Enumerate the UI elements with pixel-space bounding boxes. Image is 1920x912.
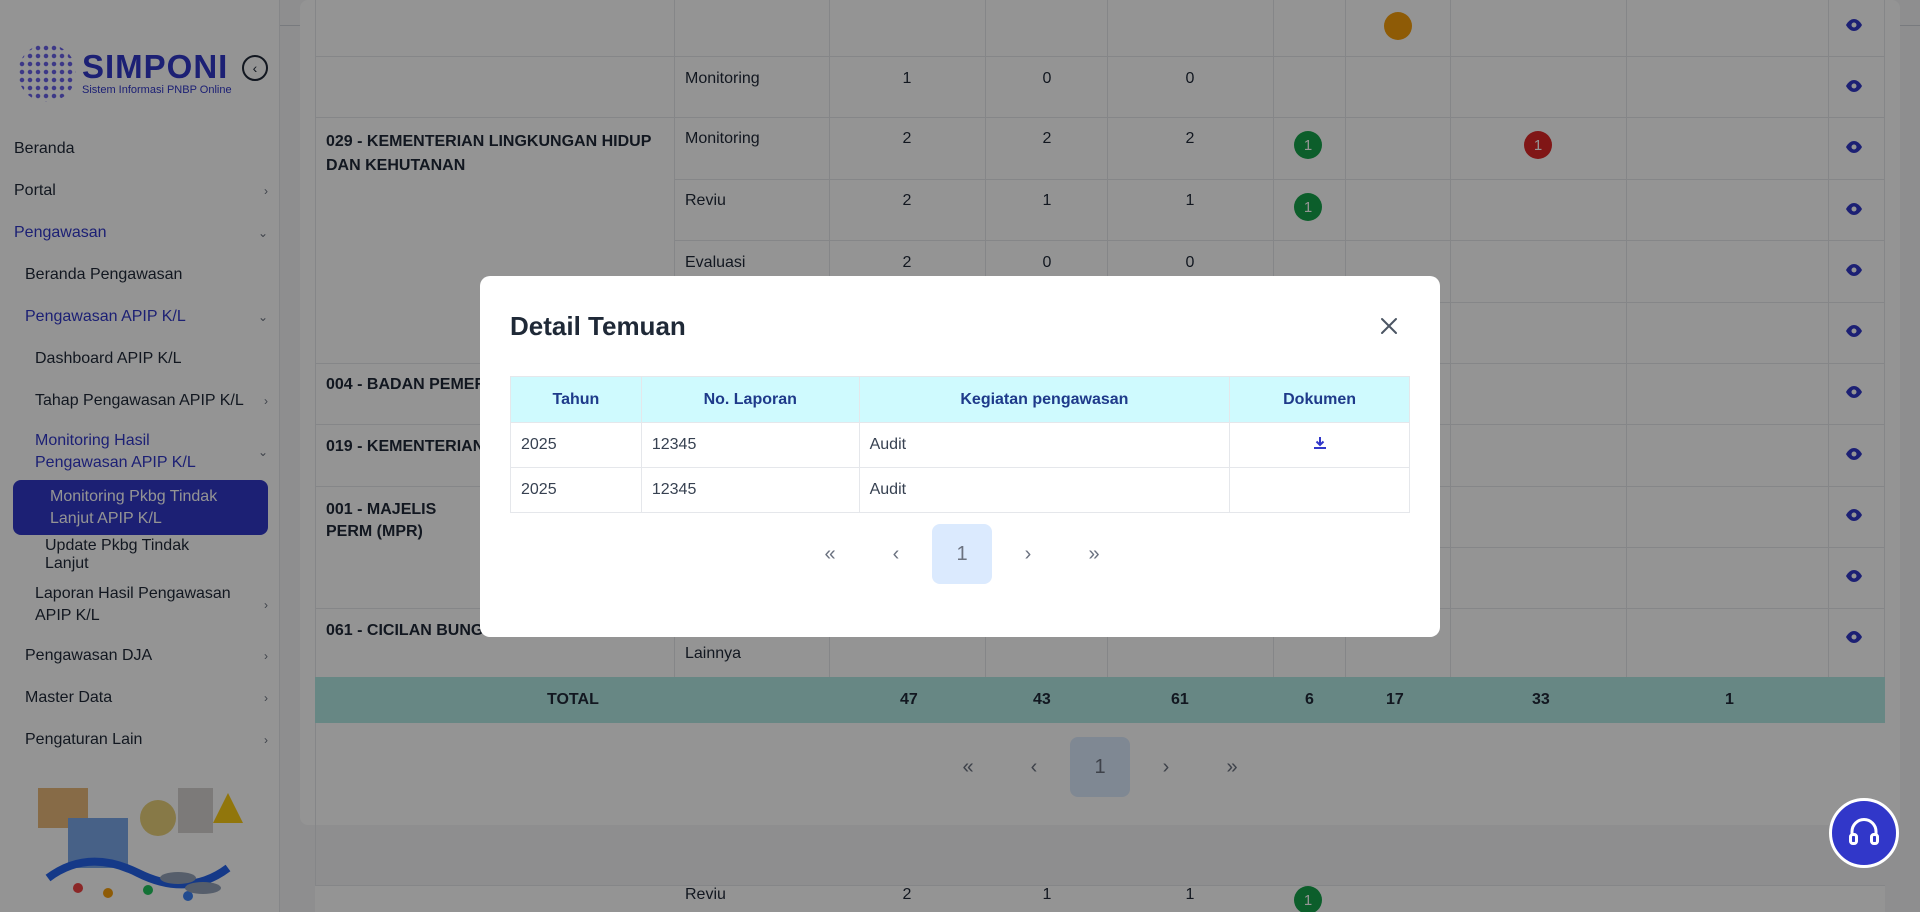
close-icon[interactable] <box>1377 314 1401 338</box>
dokumen-cell <box>1229 467 1410 513</box>
current-page-button[interactable]: 1 <box>932 524 992 584</box>
column-header-no-laporan: No. Laporan <box>640 376 860 423</box>
column-header-tahun: Tahun <box>510 376 642 423</box>
no-laporan-cell: 12345 <box>640 467 860 513</box>
detail-temuan-modal: Detail Temuan Tahun No. Laporan Kegiatan… <box>480 276 1440 637</box>
kegiatan-cell: Audit <box>858 467 1231 513</box>
modal-title: Detail Temuan <box>510 311 686 341</box>
next-page-button[interactable]: › <box>998 524 1058 584</box>
prev-page-button[interactable]: ‹ <box>866 524 926 584</box>
temuan-table: Tahun No. Laporan Kegiatan pengawasan Do… <box>510 376 1410 513</box>
table-row: 2025 12345 Audit <box>510 467 1410 513</box>
last-page-button[interactable]: » <box>1064 524 1124 584</box>
column-header-kegiatan: Kegiatan pengawasan <box>858 376 1231 423</box>
download-icon[interactable] <box>1312 435 1328 451</box>
column-header-dokumen: Dokumen <box>1229 376 1410 423</box>
help-support-button[interactable] <box>1829 798 1899 868</box>
kegiatan-cell: Audit <box>858 422 1231 468</box>
table-row: 2025 12345 Audit <box>510 422 1410 468</box>
modal-pagination: « ‹ 1 › » <box>800 524 1130 584</box>
no-laporan-cell: 12345 <box>640 422 860 468</box>
dokumen-cell <box>1229 422 1410 468</box>
first-page-button[interactable]: « <box>800 524 860 584</box>
tahun-cell: 2025 <box>510 467 642 513</box>
headset-icon <box>1849 818 1879 845</box>
tahun-cell: 2025 <box>510 422 642 468</box>
